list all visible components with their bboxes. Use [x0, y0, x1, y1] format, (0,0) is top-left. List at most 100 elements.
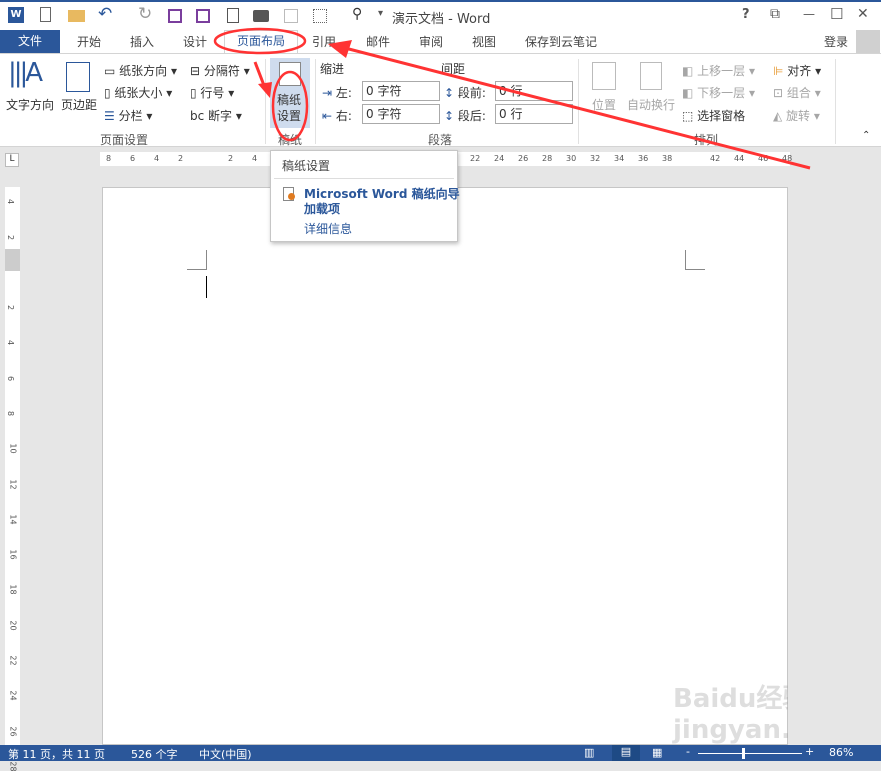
tab-page-layout[interactable]: 页面布局 [224, 30, 298, 54]
align-button[interactable]: ⊫ 对齐 ▾ [773, 62, 821, 79]
tab-insert[interactable]: 插入 [130, 33, 154, 50]
ruler-tick-label: 22 [8, 655, 18, 666]
page-count[interactable]: 第 11 页，共 11 页 [8, 746, 105, 762]
spacing-before-label: ↕ 段前: [444, 86, 486, 100]
redo-icon[interactable]: ↻ [138, 4, 152, 24]
zoom-slider-thumb[interactable] [742, 748, 745, 759]
vertical-ruler[interactable]: 4 2 2 4 6 8 10 12 14 16 18 20 22 24 26 28 [5, 187, 20, 771]
read-mode-icon[interactable]: ▥ [584, 746, 594, 759]
arrange-group-label: 排列 [694, 133, 719, 147]
ruler-tick-label: 4 [6, 198, 16, 205]
addin-icon [283, 187, 295, 201]
table-icon[interactable] [284, 9, 298, 23]
text-direction-button[interactable]: 文字方向 [6, 96, 54, 113]
save-icon[interactable] [168, 9, 182, 23]
ribbon-display-button[interactable]: ⧉ [770, 6, 780, 22]
tab-cloud-notes[interactable]: 保存到云笔记 [525, 33, 597, 50]
tab-review[interactable]: 审阅 [419, 33, 443, 50]
size-label: 纸张大小 [114, 86, 163, 100]
position-button[interactable]: 位置 [592, 96, 616, 113]
ruler-tick-label: 6 [6, 375, 16, 381]
hyphenation-button[interactable]: bc 断字 ▾ [190, 107, 242, 124]
indent-right-input[interactable]: 0 字符 [362, 104, 440, 124]
print-layout-icon[interactable]: ▤ [612, 745, 640, 761]
columns-button[interactable]: ☰ 分栏 ▾ [104, 107, 152, 124]
breaks-button[interactable]: ⊟ 分隔符 ▾ [190, 62, 250, 79]
size-button[interactable]: ▯ 纸张大小 ▾ [104, 84, 172, 101]
ribbon-tabs: 文件 开始 插入 设计 页面布局 引用 邮件 审阅 视图 保存到云笔记 登录 [0, 30, 881, 54]
language[interactable]: 中文(中国) [199, 746, 252, 762]
web-layout-icon[interactable]: ▦ [652, 746, 662, 759]
manuscript-setup-button[interactable]: 稿纸 设置 [270, 58, 310, 128]
ruler-tick-label: 44 [734, 154, 745, 163]
tooltip-addin-type: 加载项 [304, 202, 341, 216]
tab-mailings[interactable]: 邮件 [366, 33, 390, 50]
selection-pane-button[interactable]: ⬚ 选择窗格 [682, 107, 745, 124]
ruler-tick-label: 10 [8, 443, 18, 454]
tab-view[interactable]: 视图 [472, 33, 496, 50]
word-icon[interactable]: W [8, 7, 24, 23]
divider [265, 59, 266, 144]
wrap-text-button[interactable]: 自动换行 [627, 96, 675, 113]
collapse-ribbon-button[interactable]: ⌃ [862, 130, 870, 141]
zoom-out-button[interactable]: - [686, 745, 690, 758]
spacing-after-input[interactable]: 0 行 [495, 104, 573, 124]
orientation-button[interactable]: ▭ 纸张方向 ▾ [104, 62, 177, 79]
zoom-slider[interactable] [698, 753, 802, 754]
minimize-button[interactable]: — [803, 7, 815, 21]
avatar[interactable] [856, 30, 880, 53]
zoom-in-button[interactable]: + [805, 745, 814, 758]
new-icon[interactable] [40, 7, 51, 22]
columns-label: 分栏 [118, 109, 143, 123]
word-count[interactable]: 526 个字 [131, 746, 178, 762]
indent-right-label: ⇤ 右: [322, 109, 352, 123]
ruler-tick-label: 16 [8, 549, 18, 560]
qat-customize[interactable]: ▾ [378, 8, 383, 19]
login-link[interactable]: 登录 [824, 33, 848, 50]
save-as-icon[interactable] [196, 9, 210, 23]
margin-corner-tl [187, 250, 207, 270]
line-numbers-button[interactable]: ▯ 行号 ▾ [190, 84, 234, 101]
margins-button[interactable]: 页边距 [61, 96, 97, 113]
ruler-tick-label: 28 [8, 761, 18, 771]
rotate-button[interactable]: ◭ 旋转 ▾ [773, 107, 820, 124]
title-bar: W ↶ ↻ ⚲ ▾ 演示文档 - Word ? ⧉ — ☐ ✕ [0, 0, 881, 30]
indent-left-input[interactable]: 0 字符 [362, 81, 440, 101]
window-title: 演示文档 - Word [392, 12, 491, 27]
tab-selector[interactable]: L [5, 153, 19, 167]
print-icon[interactable] [253, 10, 269, 22]
margin-corner-tr [685, 250, 705, 270]
send-backward-button[interactable]: ◧ 下移一层 ▾ [682, 84, 755, 101]
tab-references[interactable]: 引用 [312, 33, 336, 50]
tab-home[interactable]: 开始 [77, 33, 101, 50]
ruler-tick-label: 36 [638, 154, 649, 163]
ruler-tick-label: 6 [130, 154, 136, 163]
maximize-button[interactable]: ☐ [830, 5, 843, 23]
position-icon [592, 62, 616, 90]
border-icon[interactable] [313, 9, 327, 23]
group-button[interactable]: ⊡ 组合 ▾ [773, 84, 821, 101]
undo-icon[interactable]: ↶ [98, 4, 112, 24]
find-icon[interactable]: ⚲ [352, 6, 362, 22]
open-icon[interactable] [68, 10, 85, 22]
ruler-tick-label: 2 [178, 154, 184, 163]
ruler-tick-label: 48 [782, 154, 793, 163]
document-page[interactable]: Baidu经验 jingyan.baidu.com [102, 187, 881, 745]
print-preview-icon[interactable] [227, 8, 239, 23]
zoom-level[interactable]: 86% [829, 746, 853, 759]
help-button[interactable]: ? [742, 7, 750, 22]
tab-design[interactable]: 设计 [183, 33, 207, 50]
divider [578, 59, 579, 144]
ruler-tick-label: 2 [228, 154, 234, 163]
orientation-label: 纸张方向 [119, 64, 168, 78]
bring-forward-button[interactable]: ◧ 上移一层 ▾ [682, 62, 755, 79]
divider [835, 59, 836, 144]
indent-left-label: ⇥ 左: [322, 86, 352, 100]
tooltip-more-info-link[interactable]: 详细信息 [304, 220, 352, 237]
tab-file[interactable]: 文件 [0, 30, 60, 53]
ruler-tick-label: 24 [8, 690, 18, 701]
close-button[interactable]: ✕ [857, 6, 869, 22]
ruler-tick-label: 22 [470, 154, 481, 163]
spacing-before-input[interactable]: 0 行 [495, 81, 573, 101]
manuscript-group-label: 稿纸 [278, 133, 303, 147]
